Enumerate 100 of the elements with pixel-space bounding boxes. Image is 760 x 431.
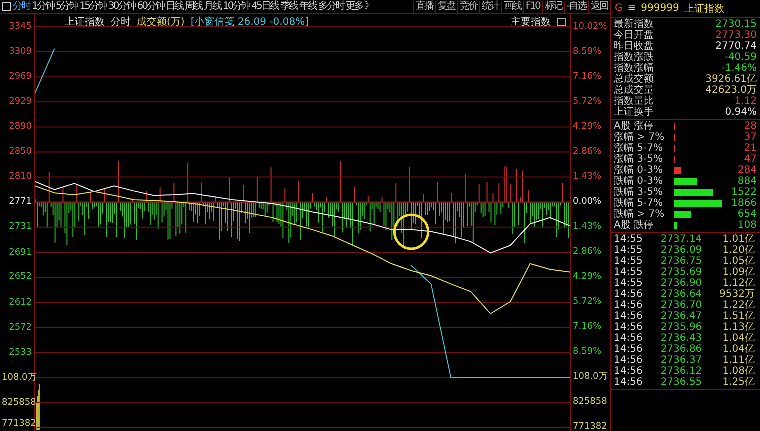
period-tab[interactable]: 5分钟 xyxy=(56,0,78,12)
breadth-label: 涨幅 > 7% xyxy=(614,132,666,143)
period-tab[interactable]: 年线 xyxy=(299,0,316,12)
stat-value: 2773.30 xyxy=(716,30,757,41)
axis-label: 2890 xyxy=(8,120,33,134)
stat-label: 上证换手 xyxy=(614,107,655,118)
tick-price: 2736.47 xyxy=(660,311,704,322)
tick-price: 2736.43 xyxy=(660,333,704,344)
period-tab[interactable]: 日线 xyxy=(166,0,183,12)
tick-price: 2736.70 xyxy=(660,300,704,311)
axis-label: 2850 xyxy=(8,146,33,159)
volume-histogram-drawing xyxy=(36,384,40,430)
axis-label: 7.16% xyxy=(572,321,603,334)
stat-label: 指数量比 xyxy=(614,96,655,107)
stat-label: 今日开盘 xyxy=(614,30,655,41)
breadth-count: 1522 xyxy=(732,187,757,198)
indices-button[interactable]: 主要指数 xyxy=(511,15,551,29)
tool-button[interactable]: -自选 xyxy=(564,0,588,12)
axis-label: 8.59% xyxy=(572,346,603,359)
period-tab[interactable]: 45日线 xyxy=(252,0,278,12)
breadth-count: 21 xyxy=(744,143,757,154)
tick-time: 14:56 xyxy=(614,322,644,333)
period-tab[interactable]: 30分钟 xyxy=(108,0,136,12)
axis-label: 2652 xyxy=(8,271,33,284)
axis-label: 4.29% xyxy=(572,121,603,134)
tool-button[interactable]: 统计 xyxy=(478,0,501,12)
breadth-count: 654 xyxy=(738,209,757,220)
tick-time: 14:56 xyxy=(614,377,644,388)
breadth-label: 跌幅 0-3% xyxy=(614,176,664,187)
tool-button[interactable]: 直播 xyxy=(412,0,435,12)
period-tab[interactable]: 多分时 xyxy=(318,0,344,12)
stat-label: 昨日收盘 xyxy=(614,41,655,52)
tool-button[interactable]: 复盘 xyxy=(434,0,457,12)
tick-time: 14:56 xyxy=(614,311,644,322)
stat-label: 指数涨跌 xyxy=(614,52,655,63)
tick-price: 2735.69 xyxy=(660,267,704,278)
axis-label: 108.0万 xyxy=(572,371,609,384)
tick-amount: 1.12亿 xyxy=(722,278,755,289)
period-tab[interactable]: 10分钟 xyxy=(222,0,250,12)
breadth-bar xyxy=(674,200,722,207)
tick-amount: 1.11亿 xyxy=(722,355,755,366)
axis-label: 8.59% xyxy=(572,46,603,59)
tick-time: 14:56 xyxy=(614,300,644,311)
menu-icon[interactable]: ≡ xyxy=(628,3,636,14)
tick-amount: 1.05亿 xyxy=(722,256,755,267)
tick-time: 14:55 xyxy=(614,234,644,245)
stat-value: -40.59 xyxy=(724,52,757,63)
period-tab[interactable]: 月线 xyxy=(204,0,221,12)
axis-label: 2731 xyxy=(8,221,33,234)
axis-label: 5.72% xyxy=(572,296,603,309)
stat-label: 总成交量 xyxy=(614,85,655,96)
stat-value: 0.94% xyxy=(725,107,757,118)
tick-price: 2736.12 xyxy=(660,366,704,377)
tool-button[interactable]: 画线 xyxy=(500,0,523,12)
tick-time: 14:55 xyxy=(614,245,644,256)
tick-amount: 1.04亿 xyxy=(722,333,755,344)
tick-price: 2736.64 xyxy=(660,289,704,300)
breadth-count: 37 xyxy=(744,132,757,143)
period-tab[interactable]: 分时 xyxy=(13,0,30,12)
axis-label: 2771 xyxy=(8,196,33,209)
tool-button[interactable]: 标记 xyxy=(542,0,564,12)
period-tab[interactable]: 15分钟 xyxy=(80,0,106,12)
panel-icon[interactable] xyxy=(557,18,566,26)
breadth-label: 涨幅 0-3% xyxy=(614,165,664,176)
axis-label: 1.43% xyxy=(572,171,603,184)
tick-price: 2736.09 xyxy=(660,245,704,256)
axis-label: 10.02% xyxy=(572,21,608,34)
market-prefix: G xyxy=(615,3,623,14)
tick-time: 14:55 xyxy=(614,278,644,289)
tool-button[interactable]: 返回 xyxy=(588,0,610,12)
breadth-count: 284 xyxy=(738,165,757,176)
menu-icon[interactable] xyxy=(2,2,11,11)
period-tab[interactable]: 周线 xyxy=(184,0,202,12)
axis-label: 5.72% xyxy=(572,96,603,109)
period-tab[interactable]: 60分钟 xyxy=(137,0,164,12)
axis-label: 2929 xyxy=(8,96,33,109)
stat-value: 1.12 xyxy=(734,96,757,107)
axis-label: 3345 xyxy=(8,21,33,34)
tick-amount: 1.04亿 xyxy=(722,344,755,355)
period-tab[interactable]: 1分钟 xyxy=(32,0,54,12)
period-tab[interactable]: 更多 》 xyxy=(346,0,374,12)
breadth-count: 108 xyxy=(738,220,757,231)
breadth-label: 跌幅 3-5% xyxy=(614,187,664,198)
breadth-count: 1866 xyxy=(732,198,757,209)
tick-price: 2737.14 xyxy=(660,234,704,245)
breadth-count: 28 xyxy=(744,121,757,132)
tick-price: 2736.86 xyxy=(660,344,704,355)
axis-label: 2810 xyxy=(8,171,33,184)
tick-amount: 1.01亿 xyxy=(722,234,755,245)
breadth-label: A股 跌停 xyxy=(614,220,656,231)
tool-button[interactable]: F10 xyxy=(522,0,542,12)
tool-button[interactable]: 竞价 xyxy=(456,0,479,12)
tick-time: 14:56 xyxy=(614,344,644,355)
stat-value: 2770.74 xyxy=(716,41,757,52)
axis-label: 771382 xyxy=(572,421,608,431)
breadth-label: 涨幅 5-7% xyxy=(614,143,664,154)
index-name: 上证指数 xyxy=(65,16,105,29)
period-tab[interactable]: 季线 xyxy=(280,0,298,12)
axis-label: 2.86% xyxy=(572,146,603,159)
tick-amount: 9532万 xyxy=(718,289,755,300)
